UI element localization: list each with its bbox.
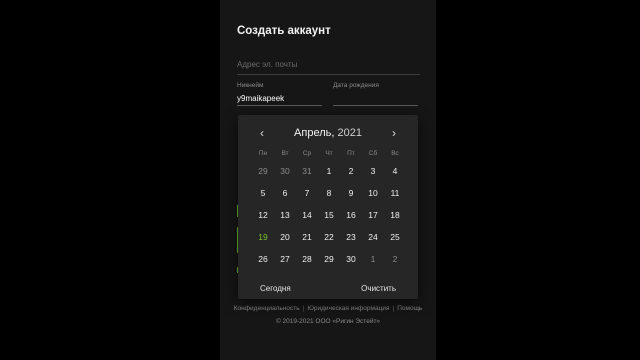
day-cell[interactable]: 2 xyxy=(384,248,406,270)
weekday-label: Пн xyxy=(258,150,268,157)
day-cell[interactable]: 6 xyxy=(274,182,296,204)
calendar-header: ‹ Апрель, 2021 › xyxy=(238,124,418,142)
day-cell[interactable]: 9 xyxy=(340,182,362,204)
day-cell[interactable]: 23 xyxy=(340,226,362,248)
day-cell[interactable]: 5 xyxy=(252,182,274,204)
year-label[interactable]: 2021 xyxy=(337,127,361,139)
day-cell[interactable]: 4 xyxy=(384,160,406,182)
nickname-field[interactable]: Никнейм y9maikapeek xyxy=(237,82,322,106)
page-title: Создать аккаунт xyxy=(237,25,331,37)
day-cell[interactable]: 20 xyxy=(274,226,296,248)
email-placeholder: Адрес эл. почты xyxy=(237,60,298,69)
day-cell[interactable]: 26 xyxy=(252,248,274,270)
day-cell[interactable]: 30 xyxy=(274,160,296,182)
weekday-label: Вс xyxy=(391,150,399,157)
day-cell[interactable]: 12 xyxy=(252,204,274,226)
nickname-value: y9maikapeek xyxy=(237,94,285,103)
email-field[interactable]: Адрес эл. почты xyxy=(237,57,420,75)
day-cell[interactable]: 30 xyxy=(340,248,362,270)
footer-separator: | xyxy=(392,305,395,312)
legal-link[interactable]: Юридическая информация xyxy=(307,305,389,312)
day-cell[interactable]: 29 xyxy=(318,248,340,270)
day-cell[interactable]: 13 xyxy=(274,204,296,226)
weekday-label: Чт xyxy=(325,150,333,157)
chevron-right-icon[interactable]: › xyxy=(386,124,402,142)
day-cell[interactable]: 7 xyxy=(296,182,318,204)
day-cell[interactable]: 15 xyxy=(318,204,340,226)
day-cell[interactable]: 8 xyxy=(318,182,340,204)
weekday-label: Пт xyxy=(347,150,355,157)
day-cell[interactable]: 22 xyxy=(318,226,340,248)
day-cell[interactable]: 10 xyxy=(362,182,384,204)
weekday-label: Сб xyxy=(368,150,378,157)
day-cell[interactable]: 21 xyxy=(296,226,318,248)
footer-separator: | xyxy=(302,305,305,312)
day-cell[interactable]: 1 xyxy=(318,160,340,182)
day-cell[interactable]: 2 xyxy=(340,160,362,182)
today-button[interactable]: Сегодня xyxy=(260,284,291,293)
day-cell[interactable]: 11 xyxy=(384,182,406,204)
day-cell[interactable]: 3 xyxy=(362,160,384,182)
help-link[interactable]: Помощь xyxy=(397,305,422,312)
day-cell[interactable]: 24 xyxy=(362,226,384,248)
day-cell-today[interactable]: 19 xyxy=(252,226,274,248)
date-of-birth-label: Дата рождения xyxy=(333,82,379,89)
date-of-birth-field[interactable]: Дата рождения xyxy=(333,82,418,106)
day-cell[interactable]: 16 xyxy=(340,204,362,226)
day-cell[interactable]: 14 xyxy=(296,204,318,226)
calendar-footer: Сегодня Очистить xyxy=(238,284,418,296)
weekday-label: Вт xyxy=(281,150,289,157)
day-grid: 29 30 31 1 2 3 4 5 6 7 8 9 10 11 12 13 14 15 16 17 18 19 20 21 2… xyxy=(252,160,406,270)
date-picker: ‹ Апрель, 2021 › Пн Вт Ср Чт Пт Сб Вс 29 30 31 1 2… xyxy=(238,115,418,299)
footer-links: Конфиденциальность | Юридическая информаци… xyxy=(220,305,436,312)
day-cell[interactable]: 28 xyxy=(296,248,318,270)
weekday-header: Пн Вт Ср Чт Пт Сб Вс xyxy=(252,150,406,157)
day-cell[interactable]: 17 xyxy=(362,204,384,226)
nickname-label: Никнейм xyxy=(237,82,264,89)
copyright: © 2019-2021 ООО «Ригин Эстейт» xyxy=(275,318,381,325)
day-cell[interactable]: 29 xyxy=(252,160,274,182)
day-cell[interactable]: 18 xyxy=(384,204,406,226)
month-label: Апрель, xyxy=(294,127,335,139)
day-cell[interactable]: 25 xyxy=(384,226,406,248)
day-cell[interactable]: 31 xyxy=(296,160,318,182)
weekday-label: Ср xyxy=(302,150,312,157)
day-cell[interactable]: 27 xyxy=(274,248,296,270)
day-cell[interactable]: 1 xyxy=(362,248,384,270)
privacy-link[interactable]: Конфиденциальность xyxy=(234,305,300,312)
clear-button[interactable]: Очистить xyxy=(361,284,396,293)
